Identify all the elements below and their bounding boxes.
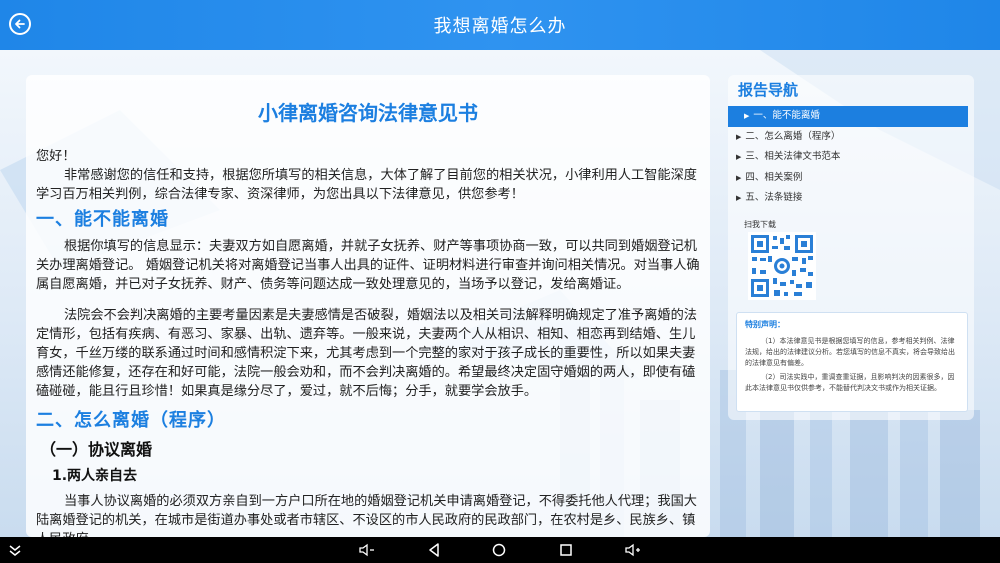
nav-item-label: 四、相关案例 xyxy=(745,171,803,183)
document-title: 小律离婚咨询法律意见书 xyxy=(258,101,478,125)
nav-title: 报告导航 xyxy=(738,81,799,99)
disclaimer-item-2: （2）司法实践中，重调查重证据，且影响判决的因素很多，因此本法律意见书仅供参考，… xyxy=(745,373,955,392)
section1-paragraph-2: 法院会不会判决离婚的主要考量因素是夫妻感情是否破裂，婚姻法以及相关司法解释明确规… xyxy=(36,308,697,399)
chevron-down-icon[interactable] xyxy=(8,542,22,558)
nav-item-document-templates[interactable]: ▶ 三、相关法律文书范本 xyxy=(728,147,968,168)
qr-label: 扫我下载 xyxy=(744,220,776,229)
nav-item-label: 二、怎么离婚（程序） xyxy=(745,130,841,142)
nav-item-label: 一、能不能离婚 xyxy=(753,110,820,121)
app-header: 我想离婚怎么办 xyxy=(0,0,1000,50)
nav-list: ▶ 一、能不能离婚 ▶ 二、怎么离婚（程序） ▶ 三、相关法律文书范本 ▶ 四、相关案例… xyxy=(728,106,968,209)
greeting: 您好！ xyxy=(36,149,76,164)
arrow-left-icon xyxy=(15,19,25,29)
caret-right-icon: ▶ xyxy=(736,194,742,202)
section2-subheading: （一）协议离婚 xyxy=(40,440,153,459)
legal-opinion-document[interactable]: 小律离婚咨询法律意见书 您好！ 非常感谢您的信任和支持，根据您所填写的相关信息，… xyxy=(26,75,710,537)
disclaimer-item-1: （1）本法律意见书是根据您填写的信息，参考相关判例、法律法规，给出的法律建议分析… xyxy=(745,337,955,367)
caret-right-icon: ▶ xyxy=(736,153,742,161)
document-body: 您好！ 非常感谢您的信任和支持，根据您所填写的相关信息，大体了解了目前您的相关状… xyxy=(36,147,704,537)
caret-right-icon: ▶ xyxy=(736,132,742,141)
section1-heading: 一、能不能离婚 xyxy=(36,209,169,230)
section2-heading: 二、怎么离婚（程序） xyxy=(36,410,226,431)
volume-down-icon[interactable] xyxy=(358,542,376,558)
disclaimer-title: 特别声明： xyxy=(745,320,785,329)
caret-right-icon: ▶ xyxy=(744,112,750,120)
page-title: 我想离婚怎么办 xyxy=(433,16,567,37)
nav-item-can-divorce[interactable]: ▶ 一、能不能离婚 xyxy=(728,106,968,127)
system-navigation-bar xyxy=(0,537,1000,563)
home-circle-icon[interactable] xyxy=(491,542,507,558)
intro-paragraph: 非常感谢您的信任和支持，根据您所填写的相关信息，大体了解了目前您的相关状况，小律… xyxy=(36,168,697,202)
section2-subsubheading: 1.两人亲自去 xyxy=(52,468,138,484)
nav-item-label: 五、法条链接 xyxy=(745,192,803,203)
qr-code-icon[interactable] xyxy=(748,232,816,300)
back-triangle-icon[interactable] xyxy=(426,542,442,558)
nav-item-related-cases[interactable]: ▶ 四、相关案例 xyxy=(728,168,968,189)
nav-item-law-links[interactable]: ▶ 五、法条链接 xyxy=(728,188,968,209)
back-button[interactable] xyxy=(9,13,31,35)
caret-right-icon: ▶ xyxy=(736,173,742,182)
section2-paragraph-1: 当事人协议离婚的必须双方亲自到一方户口所在地的婚姻登记机关申请离婚登记，不得委托… xyxy=(36,494,697,537)
nav-item-how-to-divorce[interactable]: ▶ 二、怎么离婚（程序） xyxy=(728,127,968,148)
nav-item-label: 三、相关法律文书范本 xyxy=(745,151,841,162)
volume-up-icon[interactable] xyxy=(624,542,642,558)
report-navigation-panel: 报告导航 ▶ 一、能不能离婚 ▶ 二、怎么离婚（程序） ▶ 三、相关法律文书范本 ▶ 四… xyxy=(728,75,974,420)
disclaimer-box: 特别声明： （1）本法律意见书是根据您填写的信息，参考相关判例、法律法规，给出的… xyxy=(736,312,968,412)
recent-square-icon[interactable] xyxy=(558,542,574,558)
section1-paragraph-1: 根据你填写的信息显示：夫妻双方如自愿离婚，并就子女抚养、财产等事项协商一致，可以… xyxy=(36,239,700,292)
